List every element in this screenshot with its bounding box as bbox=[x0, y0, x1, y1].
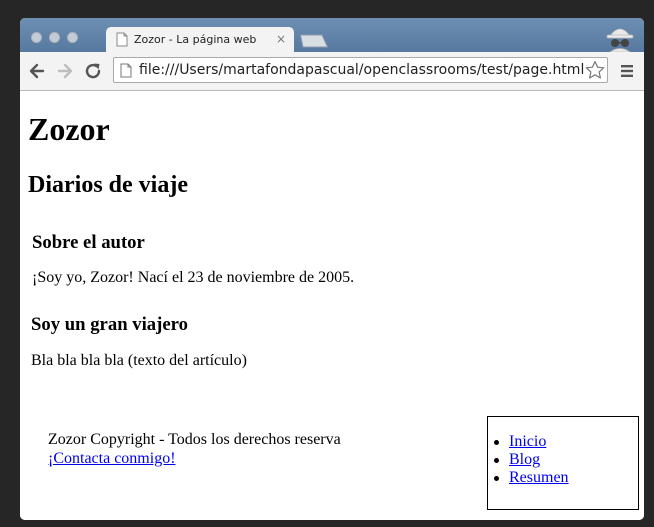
back-arrow-icon[interactable] bbox=[27, 61, 47, 81]
nav-item-resumen: Resumen bbox=[494, 469, 569, 487]
nav-link-inicio[interactable]: Inicio bbox=[509, 433, 546, 450]
article-heading: Soy un gran viajero bbox=[31, 314, 188, 335]
article-text: Bla bla bla bla (texto del artículo) bbox=[31, 352, 247, 369]
star-icon[interactable] bbox=[585, 60, 605, 80]
nav-item-inicio: Inicio bbox=[493, 433, 546, 451]
new-tab-button[interactable] bbox=[300, 34, 328, 48]
incognito-icon bbox=[606, 28, 634, 52]
browser-window: Zozor - La página web × file:///Users/ma… bbox=[20, 18, 644, 520]
contact-link[interactable]: ¡Contacta conmigo! bbox=[48, 450, 176, 468]
nav-link-resumen[interactable]: Resumen bbox=[509, 469, 569, 486]
aside-text: ¡Soy yo, Zozor! Nací el 23 de noviembre … bbox=[32, 269, 355, 286]
forward-arrow-icon[interactable] bbox=[55, 61, 75, 81]
address-bar[interactable]: file:///Users/martafondapascual/openclas… bbox=[113, 57, 608, 83]
page-content: Zozor Diarios de viaje Sobre el autor ¡S… bbox=[20, 91, 644, 520]
nav-item-blog: Blog bbox=[493, 451, 540, 469]
minimize-window-button[interactable] bbox=[49, 32, 60, 43]
aside-heading: Sobre el autor bbox=[32, 232, 145, 253]
url-text[interactable]: file:///Users/martafondapascual/openclas… bbox=[139, 62, 584, 78]
page-icon bbox=[120, 63, 132, 78]
site-title: Zozor bbox=[28, 111, 110, 147]
tab-active[interactable]: Zozor - La página web × bbox=[106, 27, 294, 52]
zoom-window-button[interactable] bbox=[67, 32, 78, 43]
site-subtitle: Diarios de viaje bbox=[28, 172, 188, 198]
menu-icon[interactable] bbox=[620, 64, 634, 78]
browser-toolbar: file:///Users/martafondapascual/openclas… bbox=[20, 52, 644, 91]
close-window-button[interactable] bbox=[31, 32, 42, 43]
footer-copyright: Zozor Copyright - Todos los derechos res… bbox=[48, 431, 341, 448]
nav-link-blog[interactable]: Blog bbox=[509, 451, 540, 468]
tab-title: Zozor - La página web bbox=[134, 33, 257, 46]
page-icon bbox=[116, 32, 128, 47]
reload-icon[interactable] bbox=[83, 61, 103, 81]
tab-strip: Zozor - La página web × bbox=[20, 18, 644, 52]
close-icon[interactable]: × bbox=[276, 32, 286, 46]
footer-nav: Inicio Blog Resumen bbox=[487, 416, 639, 510]
